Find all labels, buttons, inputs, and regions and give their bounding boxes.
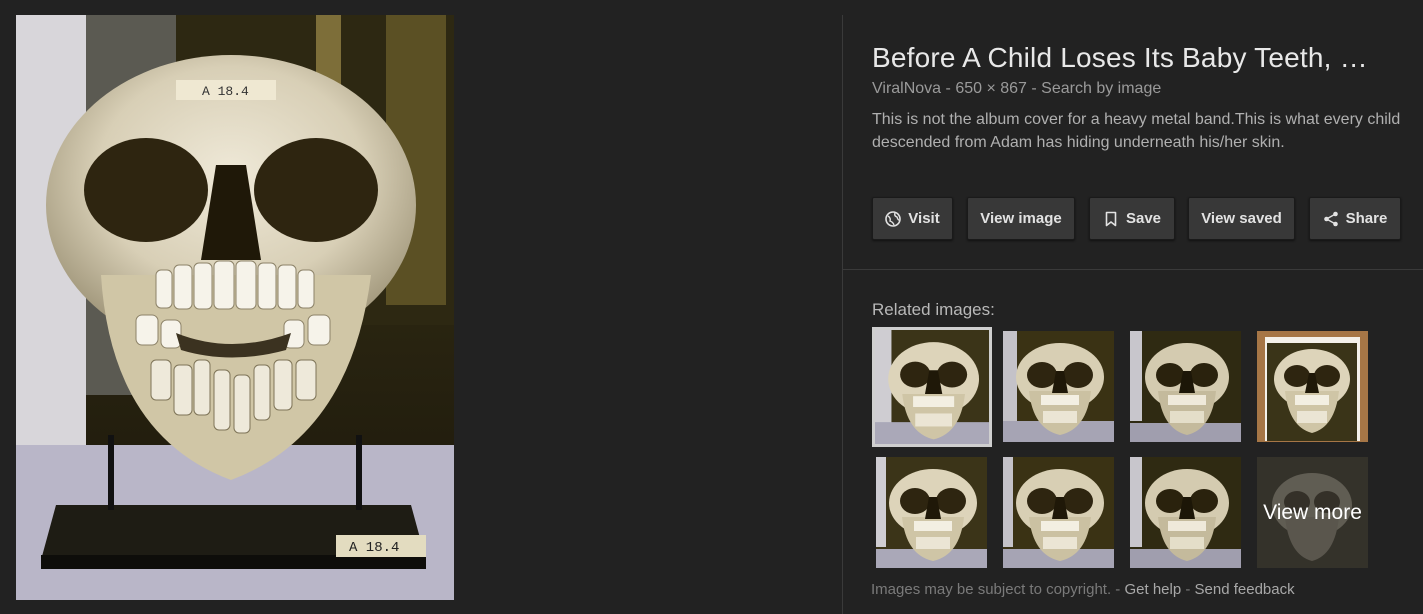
save-button[interactable]: Save bbox=[1089, 197, 1175, 240]
view-more-thumbnail[interactable]: View more bbox=[1257, 457, 1368, 568]
skull-thumbnail-image bbox=[1003, 331, 1114, 442]
related-thumbnail[interactable] bbox=[1003, 331, 1114, 442]
view-saved-label: View saved bbox=[1201, 210, 1282, 227]
skull-thumbnail-image bbox=[1130, 331, 1241, 442]
skull-thumbnail-image bbox=[1130, 457, 1241, 568]
get-help-link[interactable]: Get help bbox=[1124, 581, 1181, 598]
skull-photo: A 18.4 A 18.4 bbox=[16, 15, 454, 600]
visit-button[interactable]: Visit bbox=[872, 197, 953, 240]
skull-thumbnail-image bbox=[1257, 331, 1368, 442]
footer: Images may be subject to copyright. - Ge… bbox=[871, 581, 1295, 598]
source-link[interactable]: ViralNova bbox=[872, 80, 941, 97]
related-images-label: Related images: bbox=[872, 300, 995, 319]
meta-sep-1: - bbox=[945, 80, 951, 97]
skull-thumbnail-image bbox=[876, 457, 987, 568]
result-title[interactable]: Before A Child Loses Its Baby Teeth, … bbox=[872, 42, 1417, 74]
copyright-notice: Images may be subject to copyright. bbox=[871, 581, 1112, 598]
view-more-label: View more bbox=[1257, 457, 1368, 568]
image-dimensions: 650 × 867 bbox=[955, 80, 1027, 97]
related-thumbnail[interactable] bbox=[1003, 457, 1114, 568]
share-label: Share bbox=[1345, 210, 1388, 227]
send-feedback-link[interactable]: Send feedback bbox=[1195, 581, 1295, 598]
share-button[interactable]: Share bbox=[1309, 197, 1401, 240]
share-icon bbox=[1323, 211, 1339, 227]
related-thumbnail[interactable] bbox=[876, 457, 987, 568]
result-meta: ViralNova - 650 × 867 - Search by image bbox=[872, 80, 1161, 98]
related-thumbnail[interactable] bbox=[1130, 331, 1241, 442]
result-description: This is not the album cover for a heavy … bbox=[872, 111, 1401, 151]
panel-divider bbox=[842, 15, 843, 614]
meta-sep-2: - bbox=[1031, 80, 1037, 97]
base-tag-text: A 18.4 bbox=[349, 540, 399, 556]
view-image-button[interactable]: View image bbox=[967, 197, 1075, 240]
related-thumbnail[interactable] bbox=[1257, 331, 1368, 442]
view-image-label: View image bbox=[980, 210, 1062, 227]
visit-label: Visit bbox=[908, 210, 940, 227]
bookmark-icon bbox=[1103, 211, 1119, 227]
preview-image[interactable]: A 18.4 A 18.4 bbox=[16, 15, 454, 600]
related-thumbnail[interactable] bbox=[1130, 457, 1241, 568]
save-label: Save bbox=[1125, 210, 1162, 227]
footer-sep-1: - bbox=[1115, 581, 1121, 598]
related-thumbnail[interactable] bbox=[872, 327, 992, 447]
section-divider bbox=[843, 269, 1423, 270]
skull-thumbnail-image bbox=[1003, 457, 1114, 568]
footer-sep-2: - bbox=[1185, 581, 1191, 598]
image-viewer-panel: A 18.4 A 18.4 Before A Child Loses Its B… bbox=[0, 0, 1423, 614]
skull-thumbnail-image bbox=[872, 327, 992, 447]
search-by-image-link[interactable]: Search by image bbox=[1041, 80, 1161, 97]
top-tag-text: A 18.4 bbox=[202, 84, 249, 99]
globe-icon bbox=[885, 210, 902, 227]
view-saved-button[interactable]: View saved bbox=[1188, 197, 1295, 240]
